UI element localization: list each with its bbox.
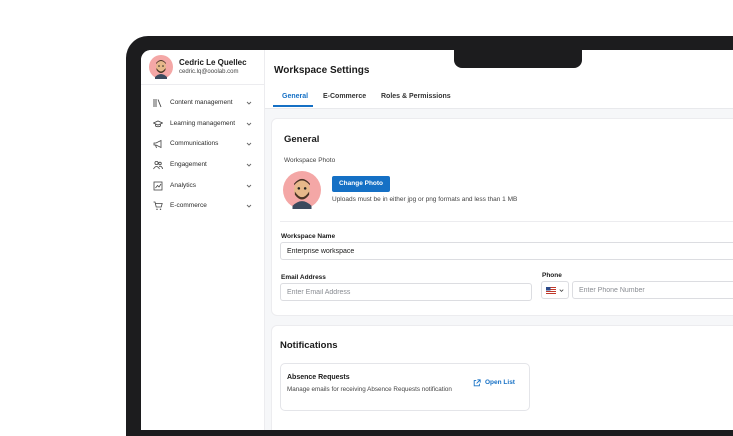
email-label: Email Address — [281, 274, 326, 281]
main-content: Workspace Settings General E-Commerce Ro… — [265, 50, 733, 430]
workspace-name-input[interactable] — [280, 242, 733, 260]
absence-requests-description: Manage emails for receiving Absence Requ… — [287, 386, 452, 393]
tab-roles-permissions[interactable]: Roles & Permissions — [381, 93, 451, 100]
sidebar-item-label: Learning management — [170, 119, 236, 127]
sidebar-item-communications[interactable]: Communications — [141, 135, 264, 156]
sidebar-item-e-commerce[interactable]: E-commerce — [141, 197, 264, 218]
graduation-cap-icon — [153, 119, 163, 129]
change-photo-button[interactable]: Change Photo — [332, 176, 390, 192]
chevron-down-icon — [245, 140, 253, 148]
notifications-card: Notifications Absence Requests Manage em… — [271, 325, 733, 430]
sidebar-item-content-management[interactable]: Content management — [141, 94, 264, 115]
sidebar-item-label: Engagement — [170, 161, 207, 169]
open-list-label: Open List — [485, 379, 515, 386]
avatar — [149, 55, 173, 79]
sidebar: Cedric Le Quellec cedric.lq@ooolab.com C… — [141, 50, 265, 430]
chevron-down-icon — [245, 120, 253, 128]
workspace-name-label: Workspace Name — [281, 233, 336, 240]
tab-general[interactable]: General — [282, 93, 308, 100]
open-list-button[interactable]: Open List — [473, 379, 521, 389]
cart-icon — [153, 201, 163, 211]
chevron-down-icon — [245, 99, 253, 107]
sidebar-item-analytics[interactable]: Analytics — [141, 177, 264, 198]
workspace-photo-label: Workspace Photo — [284, 157, 336, 164]
chart-icon — [153, 181, 163, 191]
sidebar-item-label: Analytics — [170, 181, 197, 189]
phone-label: Phone — [542, 272, 562, 279]
sidebar-item-engagement[interactable]: Engagement — [141, 156, 264, 177]
notifications-title: Notifications — [280, 340, 338, 351]
profile-header[interactable]: Cedric Le Quellec cedric.lq@ooolab.com — [141, 50, 264, 85]
general-title: General — [284, 134, 320, 145]
sidebar-item-label: E-commerce — [170, 202, 207, 210]
chevron-down-icon — [245, 161, 253, 169]
external-link-icon — [473, 379, 481, 387]
divider — [280, 221, 733, 222]
country-code-select[interactable] — [541, 281, 569, 299]
active-tab-indicator — [273, 105, 313, 107]
tab-e-commerce[interactable]: E-Commerce — [323, 93, 366, 100]
upload-hint: Uploads must be in either jpg or png for… — [332, 196, 518, 203]
us-flag-icon — [546, 287, 556, 294]
chevron-down-icon — [245, 182, 253, 190]
profile-email: cedric.lq@ooolab.com — [179, 69, 239, 75]
page-title: Workspace Settings — [274, 65, 370, 76]
sidebar-nav: Content management Learning management C — [141, 94, 264, 218]
workspace-photo[interactable] — [283, 171, 321, 209]
sidebar-item-label: Communications — [170, 140, 219, 148]
app-screen: Cedric Le Quellec cedric.lq@ooolab.com C… — [141, 50, 733, 430]
general-card: General Workspace Photo Change Photo Upl… — [271, 118, 733, 316]
absence-requests-card: Absence Requests Manage emails for recei… — [280, 363, 530, 411]
sidebar-item-label: Content management — [170, 99, 233, 106]
email-input[interactable] — [280, 283, 532, 301]
phone-input[interactable] — [572, 281, 733, 299]
library-icon — [153, 98, 163, 108]
profile-name: Cedric Le Quellec — [179, 58, 247, 67]
camera-notch — [454, 50, 582, 68]
users-icon — [153, 160, 163, 170]
chevron-down-icon — [558, 287, 565, 294]
chevron-down-icon — [245, 202, 253, 210]
megaphone-icon — [153, 139, 163, 149]
sidebar-item-learning-management[interactable]: Learning management — [141, 115, 264, 136]
absence-requests-title: Absence Requests — [287, 374, 350, 381]
